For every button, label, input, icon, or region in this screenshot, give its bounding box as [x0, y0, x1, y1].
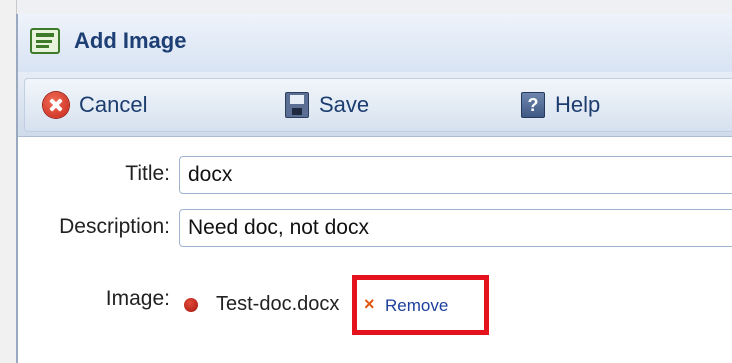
help-icon: ? — [521, 92, 545, 118]
desktop-left-edge — [0, 0, 17, 363]
image-label: Image: — [105, 287, 170, 310]
toolbar: Cancel Save ? Help — [18, 72, 732, 137]
save-label: Save — [319, 92, 370, 117]
dialog-title-bar: Add Image — [18, 14, 732, 73]
toolbar-panel: Cancel Save ? Help — [24, 78, 732, 132]
cancel-icon — [43, 92, 69, 118]
help-label: Help — [555, 92, 601, 117]
save-icon — [285, 92, 309, 118]
cancel-label: Cancel — [79, 92, 148, 117]
cancel-button[interactable]: Cancel — [43, 87, 147, 123]
description-label: Description: — [59, 215, 170, 238]
highlight-box — [352, 275, 489, 335]
save-button[interactable]: Save — [285, 87, 369, 123]
image-file-name: Test-doc.docx — [216, 293, 340, 315]
description-field[interactable] — [179, 209, 732, 247]
desktop-edge — [0, 0, 732, 14]
dialog-title: Add Image — [74, 28, 187, 53]
title-label: Title: — [125, 162, 170, 185]
title-field[interactable] — [179, 156, 732, 194]
bullet-icon — [184, 298, 198, 312]
help-button[interactable]: ? Help — [521, 87, 600, 123]
document-icon — [30, 28, 60, 54]
